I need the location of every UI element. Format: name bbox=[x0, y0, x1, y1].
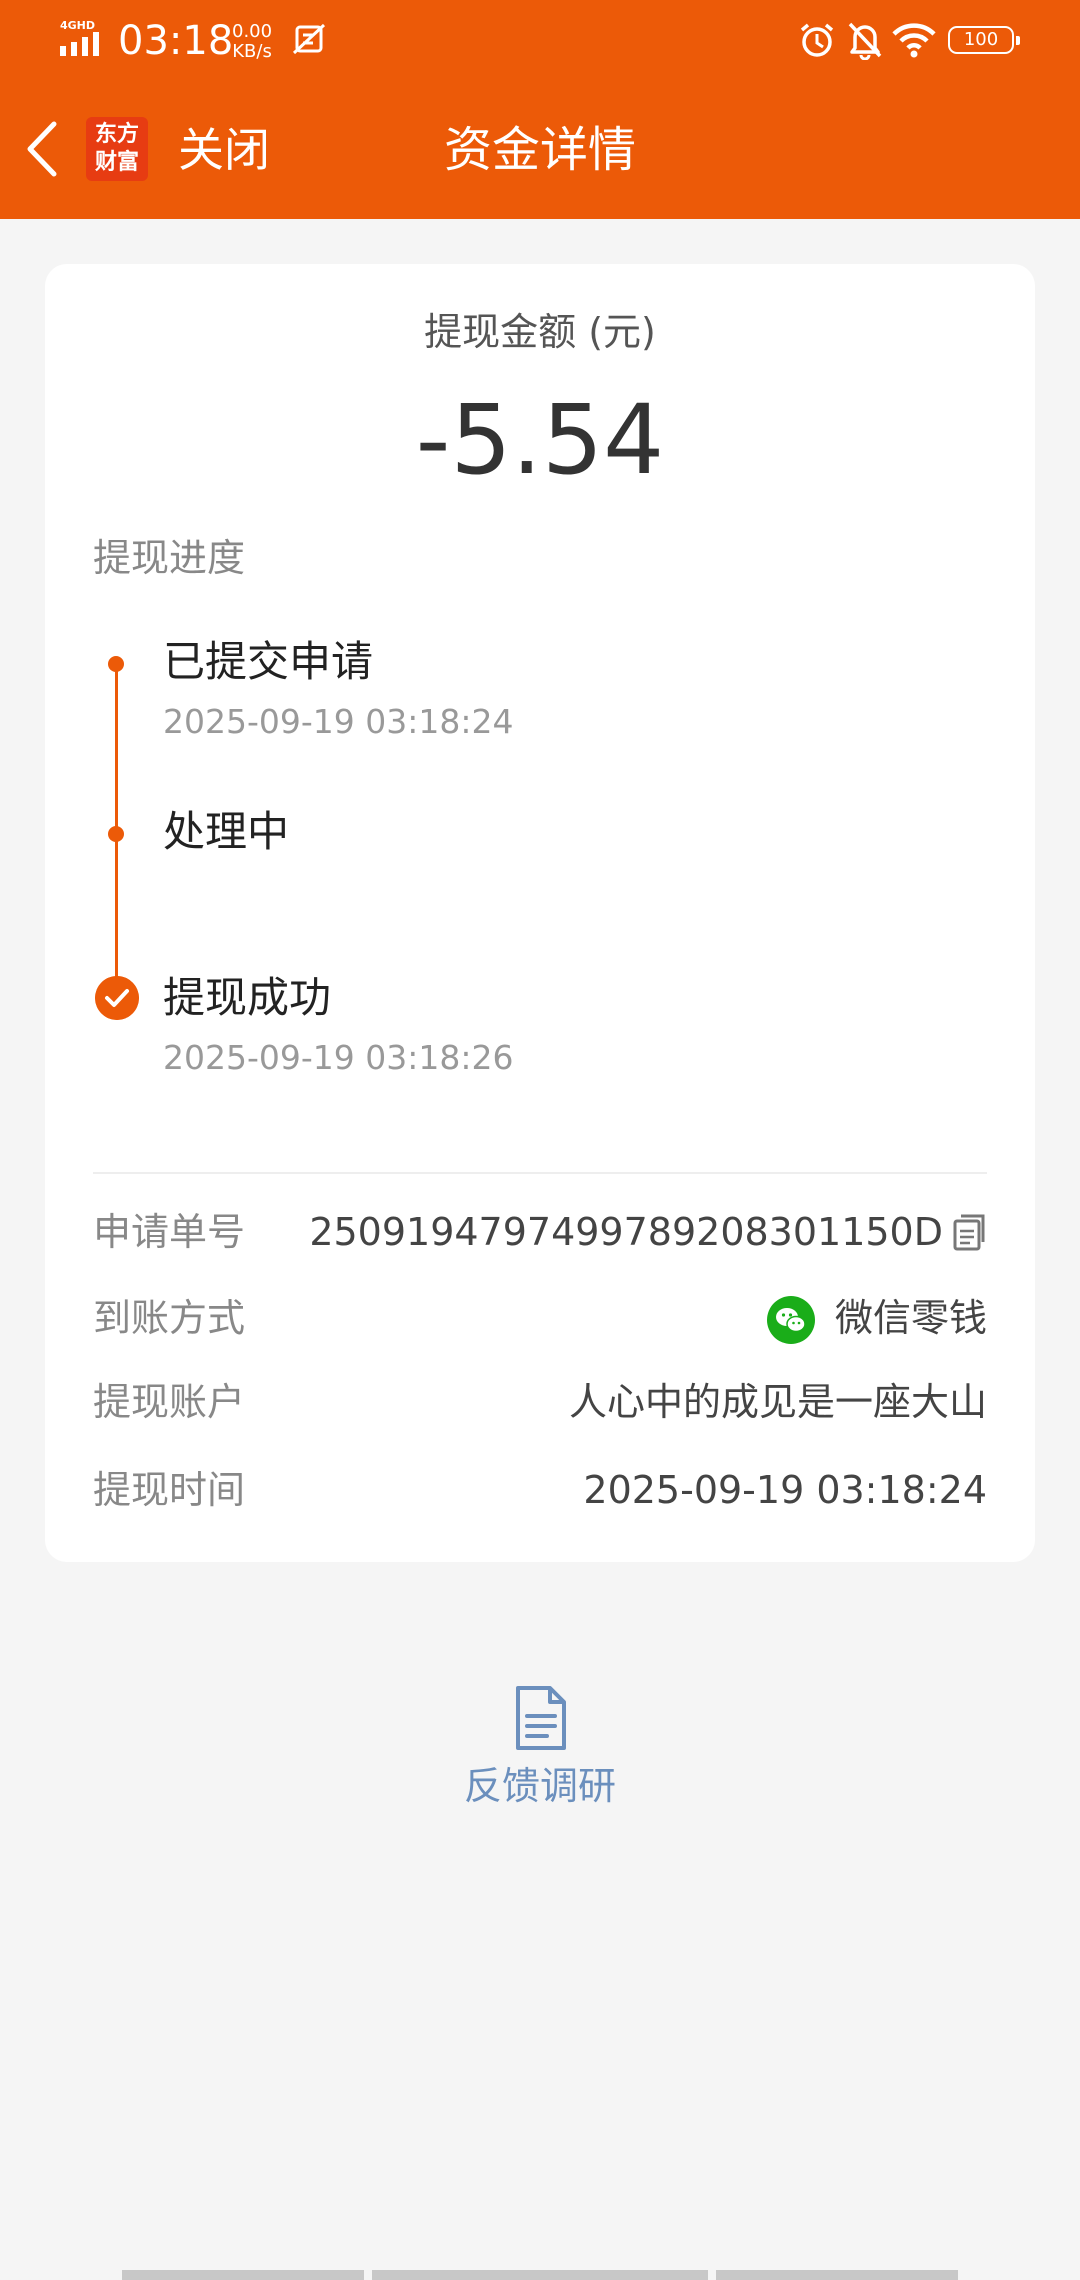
withdraw-detail-card: 提现金额 (元) -5.54 提现进度 已提交申请 2025-09-19 03:… bbox=[45, 264, 1035, 1562]
timeline-dot-submitted bbox=[108, 656, 124, 672]
step-submitted-time: 2025-09-19 03:18:24 bbox=[163, 702, 514, 741]
alarm-icon bbox=[800, 23, 834, 57]
screenshot-icon bbox=[292, 23, 326, 55]
battery-level: 100 bbox=[963, 29, 999, 50]
time-label: 提现时间 bbox=[93, 1468, 246, 1512]
timeline-dot-processing bbox=[108, 826, 124, 842]
status-time: 03:18 bbox=[118, 18, 234, 64]
method-label: 到账方式 bbox=[93, 1296, 246, 1340]
speed-unit: KB/s bbox=[232, 41, 272, 62]
step-submitted-label: 已提交申请 bbox=[163, 637, 374, 686]
method-value: 微信零钱 bbox=[834, 1296, 987, 1340]
wechat-icon bbox=[767, 1296, 815, 1344]
speed-value: 0.00 bbox=[232, 21, 273, 42]
bottom-bar-center bbox=[372, 2270, 708, 2280]
network-type: 4GHD bbox=[60, 19, 95, 32]
order-no-value: 2509194797499789208301150D bbox=[309, 1210, 943, 1254]
wifi-icon bbox=[892, 23, 936, 58]
bottom-bar-right bbox=[716, 2270, 958, 2280]
bottom-navigation-bars bbox=[0, 2270, 1080, 2280]
mute-bell-icon bbox=[848, 22, 882, 60]
network-speed: 0.00 KB/s bbox=[232, 22, 272, 62]
battery-icon: 100 bbox=[948, 26, 1020, 54]
document-icon bbox=[516, 1686, 566, 1750]
step-processing-label: 处理中 bbox=[163, 807, 290, 856]
account-label: 提现账户 bbox=[93, 1380, 246, 1424]
time-value: 2025-09-19 03:18:24 bbox=[583, 1468, 987, 1512]
feedback-label: 反馈调研 bbox=[463, 1764, 616, 1808]
account-value: 人心中的成见是一座大山 bbox=[568, 1380, 987, 1424]
status-bar: 4GHD 03:18 0.00 KB/s 100 bbox=[0, 0, 1080, 80]
step-success-label: 提现成功 bbox=[163, 973, 332, 1022]
page-title: 资金详情 bbox=[443, 122, 636, 178]
divider bbox=[93, 1172, 987, 1174]
signal-icon: 4GHD bbox=[60, 19, 99, 56]
bottom-bar-left bbox=[122, 2270, 364, 2280]
feedback-survey-button[interactable]: 反馈调研 bbox=[0, 1680, 1080, 1840]
amount-value: -5.54 bbox=[415, 384, 665, 496]
app-header: 4GHD 03:18 0.00 KB/s 100 东方 财富 关闭 资金详情 bbox=[0, 0, 1080, 219]
amount-label: 提现金额 (元) bbox=[424, 310, 656, 354]
copy-icon[interactable] bbox=[951, 1212, 987, 1252]
check-circle-icon bbox=[95, 976, 139, 1020]
order-no-label: 申请单号 bbox=[93, 1210, 246, 1254]
step-success-time: 2025-09-19 03:18:26 bbox=[163, 1038, 514, 1077]
progress-title: 提现进度 bbox=[93, 536, 246, 580]
